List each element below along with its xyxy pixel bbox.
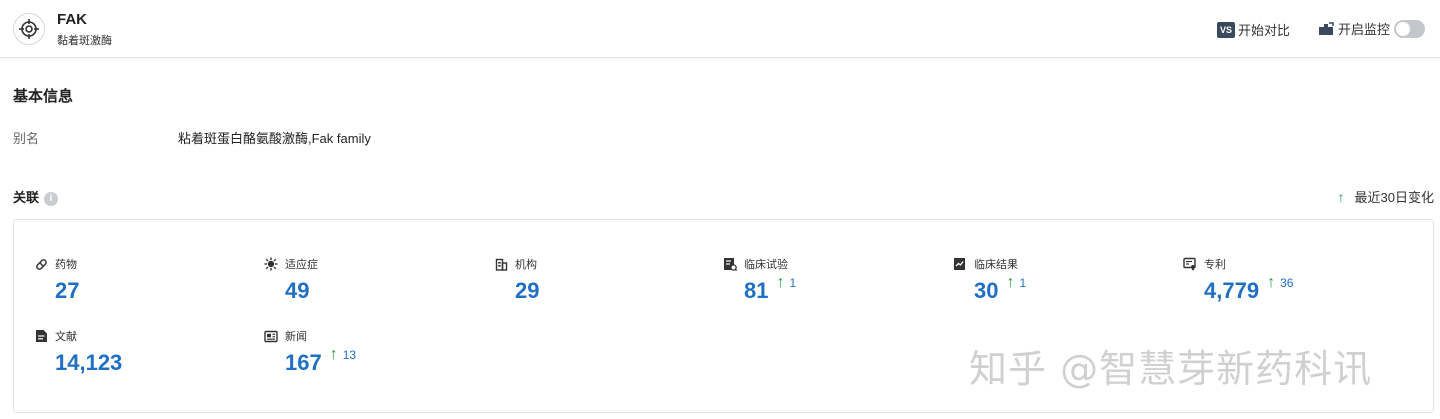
stat-indications[interactable]: 适应症 49 — [264, 256, 318, 304]
stat-label: 新闻 — [285, 331, 307, 343]
relations-title: 关联 i — [13, 187, 59, 206]
up-arrow-icon: ↑ — [776, 274, 785, 291]
delta-value: 36 — [1280, 276, 1294, 290]
patent-icon — [1183, 257, 1197, 271]
info-icon[interactable]: i — [44, 191, 59, 206]
up-arrow-icon: ↑ — [1006, 274, 1015, 291]
target-logo-icon — [13, 13, 45, 45]
page-subtitle: 黏着斑激酶 — [57, 35, 112, 47]
up-arrow-icon: ↑ — [329, 346, 338, 363]
stat-label: 临床结果 — [974, 259, 1018, 271]
basic-info-title: 基本信息 — [13, 88, 74, 105]
stat-delta: ↑ 36 — [1267, 274, 1293, 292]
stat-label: 适应症 — [285, 259, 318, 271]
stat-news[interactable]: 新闻 167 ↑ 13 — [264, 328, 356, 376]
stat-label: 药物 — [55, 259, 77, 271]
compare-label: 开始对比 — [1238, 23, 1291, 38]
watermark: 知乎 @智慧芽新药科讯 — [969, 347, 1373, 391]
stat-label: 专利 — [1204, 259, 1226, 271]
virus-icon — [264, 257, 278, 271]
stat-value[interactable]: 49 — [285, 278, 309, 304]
clinical-trial-icon — [723, 257, 737, 271]
pill-icon — [34, 257, 48, 271]
stat-value[interactable]: 29 — [515, 278, 539, 304]
alias-label: 别名 — [13, 131, 40, 146]
stat-delta: ↑ 13 — [330, 346, 356, 364]
delta-value: 1 — [789, 276, 797, 290]
vs-icon: VS — [1217, 21, 1235, 38]
news-icon — [264, 329, 278, 343]
stat-value[interactable]: 4,779 — [1204, 278, 1259, 304]
delta-value: 13 — [342, 348, 357, 362]
stat-value[interactable]: 30 — [974, 278, 998, 304]
stat-value[interactable]: 81 — [744, 278, 768, 304]
stat-value[interactable]: 167 — [285, 350, 322, 376]
stat-value[interactable]: 14,123 — [55, 350, 122, 376]
alias-value: 粘着斑蛋白酪氨酸激酶,Fak family — [178, 131, 371, 146]
stat-delta: ↑ 1 — [776, 274, 796, 292]
stat-clinical-trials[interactable]: 临床试验 81 ↑ 1 — [723, 256, 796, 304]
building-icon — [494, 257, 508, 271]
legend-label: 最近30日变化 — [1354, 190, 1434, 205]
document-icon — [34, 329, 48, 343]
stat-clinical-results[interactable]: 临床结果 30 ↑ 1 — [953, 256, 1026, 304]
stat-value[interactable]: 27 — [55, 278, 79, 304]
stat-label: 文献 — [55, 331, 77, 343]
page-header: FAK 黏着斑激酶 VS 开始对比 开启监控 — [0, 0, 1440, 58]
stat-patents[interactable]: 专利 4,779 ↑ 36 — [1183, 256, 1293, 304]
compare-button[interactable]: VS 开始对比 — [1217, 20, 1290, 39]
change-legend: ↑ 最近30日变化 — [1338, 187, 1434, 206]
stat-organizations[interactable]: 机构 29 — [494, 256, 539, 304]
page-title: FAK — [57, 11, 87, 28]
clinical-result-icon — [953, 257, 967, 271]
delta-value: 1 — [1019, 276, 1027, 290]
monitor-toggle[interactable] — [1394, 19, 1426, 38]
monitor-control[interactable]: 开启监控 — [1318, 19, 1426, 38]
stat-delta: ↑ 1 — [1006, 274, 1026, 292]
up-arrow-icon: ↑ — [1267, 274, 1276, 291]
stat-label: 机构 — [515, 259, 537, 271]
monitor-icon — [1318, 21, 1334, 36]
stat-literature[interactable]: 文献 14,123 — [34, 328, 122, 376]
stat-drugs[interactable]: 药物 27 — [34, 256, 79, 304]
up-arrow-icon: ↑ — [1337, 188, 1345, 205]
monitor-label: 开启监控 — [1338, 22, 1391, 37]
stat-label: 临床试验 — [744, 259, 788, 271]
